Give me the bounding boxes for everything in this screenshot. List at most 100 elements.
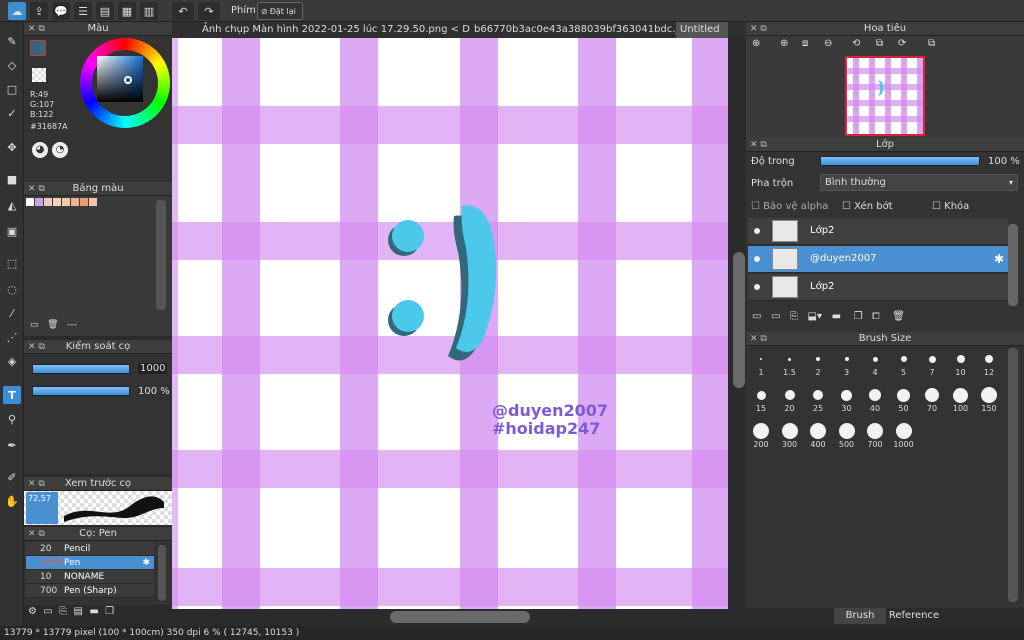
- visibility-icon[interactable]: [754, 228, 760, 234]
- brush-size-option[interactable]: 2: [805, 350, 831, 377]
- duplicate-brush-icon[interactable]: ⎘: [59, 606, 67, 617]
- trash-icon[interactable]: 🗑: [892, 311, 905, 322]
- reset-rotate-icon[interactable]: ⟳: [898, 38, 906, 49]
- hand-tool-icon[interactable]: ✋: [3, 492, 21, 510]
- layer-row[interactable]: @duyen2007 ✱: [748, 246, 1008, 273]
- brush-size-option[interactable]: 10: [948, 350, 974, 377]
- rect-select-icon[interactable]: □: [3, 80, 21, 98]
- tab-reference[interactable]: Reference: [886, 608, 942, 624]
- tab-brush-size[interactable]: Brush Size: [834, 608, 886, 637]
- canvas-artboard[interactable]: @duyen2007 #hoidap247: [172, 38, 728, 609]
- foreground-color-swatch[interactable]: [30, 40, 46, 56]
- check-tool-icon[interactable]: ✓: [3, 104, 21, 122]
- close-icon[interactable]: ✕ ⧉: [28, 477, 45, 491]
- layer-row[interactable]: Lớp2: [748, 218, 1008, 245]
- folder-icon[interactable]: ▬: [832, 311, 841, 322]
- tab-document-untitled[interactable]: Untitled: [676, 22, 728, 38]
- fill-rect-icon[interactable]: ■: [3, 170, 21, 188]
- visibility-icon[interactable]: [754, 256, 760, 262]
- brush-item[interactable]: 700 Pen (Sharp): [26, 584, 154, 598]
- blend-mode-select[interactable]: Bình thường ▾: [820, 174, 1018, 191]
- brush-add-icon[interactable]: ⚙: [28, 606, 37, 617]
- reset-button[interactable]: ⊘ Đặt lại: [257, 2, 303, 20]
- brush-size-option[interactable]: 70: [919, 386, 945, 413]
- new-layer-icon-2[interactable]: ▭: [771, 311, 780, 322]
- merge-icon[interactable]: ❐: [854, 311, 863, 322]
- select-tool-icon[interactable]: ⬚: [3, 254, 21, 272]
- close-icon[interactable]: ✕ ⧉: [28, 182, 45, 196]
- close-icon[interactable]: ✕ ⧉: [750, 332, 767, 346]
- brush-size-value[interactable]: 1000: [138, 363, 168, 374]
- tab-document-jpeg[interactable]: b66770b3ac0e43a388039bf363041bdc.jpeg: [470, 22, 676, 38]
- share-icon[interactable]: ⇪: [30, 2, 48, 20]
- brush-opacity-slider[interactable]: [32, 386, 130, 396]
- eyedropper-icon[interactable]: ✒: [3, 436, 21, 454]
- menu-icon[interactable]: ▥: [140, 2, 158, 20]
- brush-size-option[interactable]: 5: [891, 350, 917, 377]
- vertical-scrollbar[interactable]: [733, 252, 745, 388]
- palette-swatch[interactable]: [71, 198, 79, 206]
- palette-swatch[interactable]: [53, 198, 61, 206]
- brush-size-option[interactable]: 400: [805, 422, 831, 449]
- visibility-icon[interactable]: [754, 284, 760, 290]
- brush-size-slider[interactable]: [32, 364, 130, 374]
- brush-size-option[interactable]: 1: [748, 350, 774, 377]
- background-color-swatch[interactable]: [32, 68, 46, 82]
- palette-settings-icon[interactable]: ◔: [52, 142, 68, 158]
- copy-icon[interactable]: ❐: [105, 606, 114, 617]
- layer-mask-icon[interactable]: ⧠: [872, 311, 879, 322]
- brush-size-option[interactable]: 3: [834, 350, 860, 377]
- palette-swatch[interactable]: [35, 198, 43, 206]
- flip-icon[interactable]: ⧉: [876, 38, 883, 49]
- new-palette-icon[interactable]: ▭: [30, 320, 39, 330]
- zoom-in-icon[interactable]: ⊕: [752, 38, 760, 49]
- palette-icon[interactable]: ◕: [32, 142, 48, 158]
- cloud-icon[interactable]: ☁: [8, 2, 26, 20]
- bucket-tool-icon[interactable]: ◭: [3, 196, 21, 214]
- brush-item[interactable]: 10 NONAME: [26, 570, 154, 584]
- brush-size-option[interactable]: 40: [862, 386, 888, 413]
- select-pen-icon[interactable]: ⋰: [3, 328, 21, 346]
- layer-opacity-slider[interactable]: [820, 156, 980, 166]
- color-picker-square[interactable]: [97, 56, 143, 102]
- folder-icon[interactable]: ▬: [89, 606, 98, 617]
- brush-size-option[interactable]: 30: [834, 386, 860, 413]
- horizontal-scrollbar[interactable]: [390, 611, 530, 623]
- fit-icon[interactable]: ⧈: [802, 38, 808, 49]
- close-icon[interactable]: ✕ ⧉: [28, 527, 45, 541]
- close-icon[interactable]: ✕ ⧉: [28, 340, 45, 354]
- brush-item[interactable]: 20 Pencil: [26, 542, 154, 556]
- brush-list-scrollbar[interactable]: [158, 545, 166, 601]
- tab-document-screenshot[interactable]: Ảnh chụp Màn hình 2022-01-25 lúc 17.29.5…: [198, 22, 470, 38]
- palette-swatch[interactable]: [89, 198, 97, 206]
- palette-swatch[interactable]: [62, 198, 70, 206]
- brush-size-option[interactable]: 50: [891, 386, 917, 413]
- brush-tool-icon[interactable]: ✎: [3, 32, 21, 50]
- move-tool-icon[interactable]: ✥: [3, 138, 21, 156]
- gear-icon[interactable]: ✱: [142, 556, 150, 570]
- layer-options-icon[interactable]: ⬓▾: [808, 311, 822, 322]
- brush-size-option[interactable]: 1.5: [777, 350, 803, 377]
- alpha-protect-checkbox[interactable]: ☐ Bảo vệ alpha: [751, 201, 828, 212]
- brush-size-option[interactable]: 150: [976, 386, 1002, 413]
- brush-size-scrollbar[interactable]: [1008, 348, 1018, 602]
- lock-checkbox[interactable]: ☐ Khóa: [932, 201, 969, 212]
- clipping-checkbox[interactable]: ☐ Xén bớt: [842, 201, 893, 212]
- select-eraser-icon[interactable]: ◈: [3, 352, 21, 370]
- text-tool-icon[interactable]: T: [3, 386, 21, 404]
- transform-tool-icon[interactable]: ⚲: [3, 410, 21, 428]
- grid-icon[interactable]: ▦: [118, 2, 136, 20]
- chat-icon[interactable]: 💬: [52, 2, 70, 20]
- brush-size-option[interactable]: 100: [948, 386, 974, 413]
- layer-row[interactable]: Lớp2: [748, 274, 1008, 301]
- wand-tool-icon[interactable]: ⁄: [3, 304, 21, 322]
- redo-icon[interactable]: ↷: [198, 2, 220, 20]
- palette-swatch[interactable]: [44, 198, 52, 206]
- brush-size-option[interactable]: 700: [862, 422, 888, 449]
- rotate-icon[interactable]: ⟲: [852, 38, 860, 49]
- palette-swatch[interactable]: [80, 198, 88, 206]
- brush-size-option[interactable]: 15: [748, 386, 774, 413]
- lasso-tool-icon[interactable]: ◌: [3, 280, 21, 298]
- navigator-thumbnail[interactable]: [845, 56, 925, 136]
- list-icon[interactable]: ☰: [74, 2, 92, 20]
